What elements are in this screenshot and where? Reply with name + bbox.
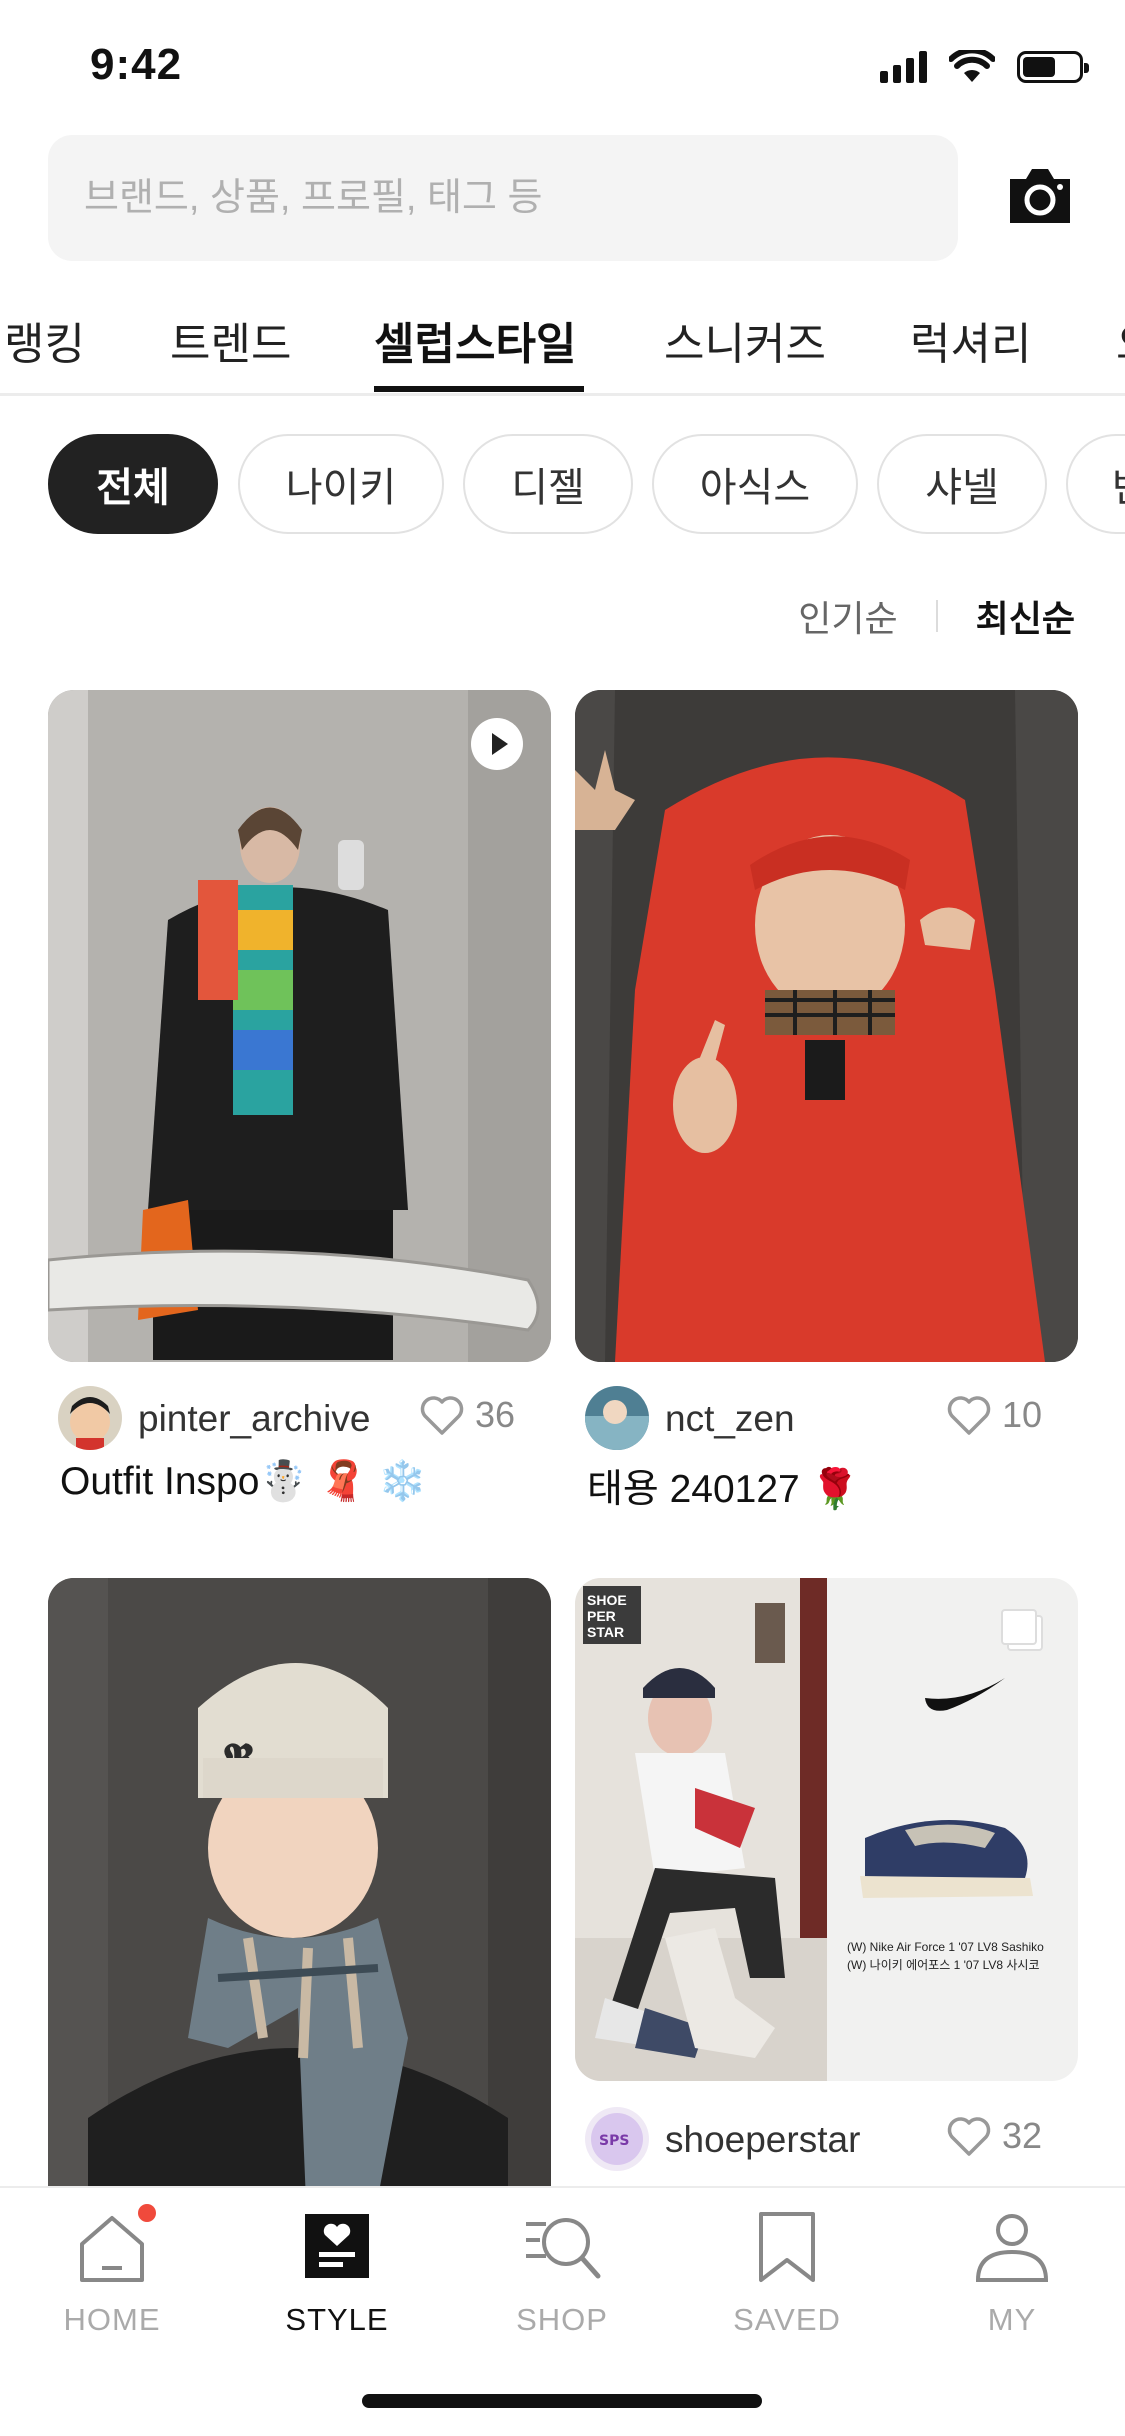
chip-more[interactable]: 반 <box>1066 434 1125 534</box>
nav-shop[interactable]: SHOP <box>482 2208 642 2358</box>
chip-nike[interactable]: 나이키 <box>238 434 444 534</box>
cellular-signal-icon <box>880 51 927 83</box>
nav-my[interactable]: MY <box>932 2208 1092 2358</box>
post-card[interactable]: nct_zen 10 태용 240127 🌹 <box>575 690 1078 1514</box>
post-meta: nct_zen 10 <box>575 1384 1078 1452</box>
sort-divider <box>935 600 938 632</box>
search-bar[interactable] <box>48 135 958 261</box>
post-photo[interactable]: SHOE PER STAR (W) Nike Air Force 1 '07 L… <box>575 1578 1078 2081</box>
post-photo[interactable]: 𝕽 <box>48 1578 551 2186</box>
nav-home[interactable]: HOME <box>32 2204 192 2358</box>
chip-diesel[interactable]: 디젤 <box>463 434 633 534</box>
tab-trend[interactable]: 트렌드 <box>170 308 291 372</box>
home-indicator <box>362 2394 762 2408</box>
post-card[interactable]: pinter_archive 36 Outfit Inspo☃️ 🧣 ❄️ <box>48 690 551 1504</box>
active-tab-indicator <box>374 386 584 392</box>
style-icon <box>297 2208 377 2288</box>
nav-label: SHOP <box>516 2302 608 2337</box>
notification-dot <box>138 2204 156 2222</box>
nav-label: HOME <box>63 2302 161 2337</box>
search-input[interactable] <box>84 176 958 220</box>
heart-icon <box>420 1396 464 1435</box>
brand-badge: SHOE PER STAR <box>583 1586 641 1644</box>
sort-latest[interactable]: 최신순 <box>976 590 1075 642</box>
post-photo[interactable] <box>575 690 1078 1362</box>
tab-ranking[interactable]: 랭킹 <box>4 308 85 372</box>
status-icons <box>880 50 1089 84</box>
multiple-images-icon <box>1001 1609 1043 1651</box>
like-button[interactable]: 32 <box>946 2115 1042 2157</box>
like-button[interactable]: 10 <box>946 1394 1042 1436</box>
tab-celeb-style[interactable]: 셀럽스타일 <box>374 308 576 372</box>
heart-icon <box>947 1396 991 1435</box>
nav-saved[interactable]: SAVED <box>707 2208 867 2358</box>
post-caption: 태용 240127 🌹 <box>587 1468 860 1511</box>
status-bar: 9:42 <box>0 0 1125 132</box>
tab-luxury[interactable]: 럭셔리 <box>910 308 1031 372</box>
username[interactable]: pinter_archive <box>138 1398 370 1440</box>
username[interactable]: shoeperstar <box>665 2119 860 2161</box>
bookmark-icon <box>747 2208 827 2288</box>
nav-label: STYLE <box>285 2302 389 2337</box>
like-count: 32 <box>1001 2115 1042 2156</box>
post-caption: Outfit Inspo☃️ 🧣 ❄️ <box>60 1460 427 1503</box>
product-line-en: (W) Nike Air Force 1 '07 LV8 Sashiko <box>847 1940 1044 1954</box>
camera-icon[interactable] <box>1006 165 1074 227</box>
avatar[interactable] <box>585 1386 649 1450</box>
nav-label: MY <box>987 2302 1037 2337</box>
like-count: 10 <box>1001 1394 1042 1435</box>
product-caption: (W) Nike Air Force 1 '07 LV8 Sashiko (W)… <box>847 1938 1072 1974</box>
category-tabs: 랭킹 트렌드 셀럽스타일 스니커즈 럭셔리 오 <box>0 300 1125 396</box>
nav-label: SAVED <box>733 2302 841 2337</box>
product-line-ko: (W) 나이키 에어포스 1 '07 LV8 사시코 <box>847 1958 1040 1972</box>
chip-all[interactable]: 전체 <box>48 434 218 534</box>
tab-sneakers[interactable]: 스니커즈 <box>664 308 826 372</box>
avatar[interactable]: SPS <box>585 2107 649 2171</box>
post-card[interactable]: 𝕽 <box>48 1578 551 2186</box>
brand-filter-chips: 전체 나이키 디젤 아식스 샤넬 반 <box>0 432 1125 536</box>
post-photo[interactable] <box>48 690 551 1362</box>
sort-options: 인기순 최신순 <box>798 590 1075 642</box>
status-time: 9:42 <box>90 40 183 89</box>
avatar[interactable] <box>58 1386 122 1450</box>
style-feed: pinter_archive 36 Outfit Inspo☃️ 🧣 ❄️ nc… <box>0 690 1125 2186</box>
post-meta: SPS shoeperstar 32 <box>575 2105 1078 2173</box>
battery-icon <box>1017 51 1089 83</box>
wifi-icon <box>949 50 995 82</box>
chip-asics[interactable]: 아식스 <box>652 434 858 534</box>
nav-style[interactable]: STYLE <box>257 2208 417 2358</box>
chip-chanel[interactable]: 샤넬 <box>877 434 1047 534</box>
svg-text:SPS: SPS <box>599 2133 629 2149</box>
like-count: 36 <box>474 1394 515 1435</box>
post-card[interactable]: SHOE PER STAR (W) Nike Air Force 1 '07 L… <box>575 1578 1078 2173</box>
tab-more[interactable]: 오 <box>1116 308 1125 372</box>
like-button[interactable]: 36 <box>419 1394 515 1436</box>
username[interactable]: nct_zen <box>665 1398 795 1440</box>
sort-popular[interactable]: 인기순 <box>798 590 897 642</box>
post-meta: pinter_archive 36 <box>48 1384 551 1452</box>
video-play-icon <box>471 718 523 770</box>
profile-icon <box>972 2208 1052 2288</box>
shop-icon <box>522 2208 602 2288</box>
home-icon <box>72 2204 156 2288</box>
heart-icon <box>947 2117 991 2156</box>
